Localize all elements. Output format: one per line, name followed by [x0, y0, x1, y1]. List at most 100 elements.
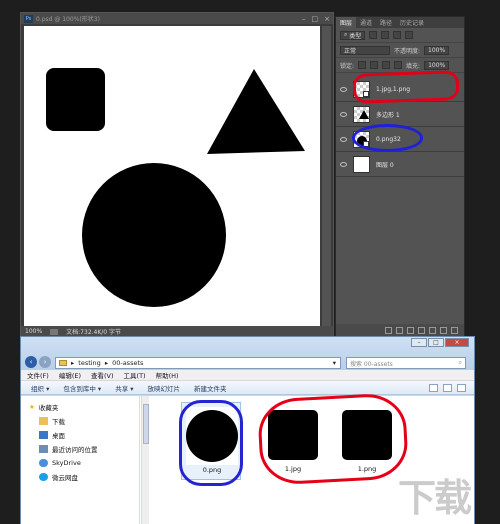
lock-transparency-icon[interactable]: [358, 61, 367, 69]
download-folder-icon: [39, 417, 48, 425]
new-folder-button[interactable]: 新建文件夹: [194, 383, 227, 393]
fill-label: 填充:: [406, 62, 421, 70]
navigation-pane: ★ 收藏夹 下载 桌面 最近访问的位置 SkyDrive 微云网盘: [21, 396, 140, 524]
scrollbar-thumb[interactable]: [143, 404, 149, 444]
tab-layers[interactable]: 图层: [336, 17, 357, 28]
filter-pixel-icon[interactable]: [369, 31, 378, 39]
smart-object-icon: [363, 140, 369, 147]
menu-edit[interactable]: 编辑(E): [59, 370, 81, 380]
ps-document-window: Ps 0.psd @ 100%(形状3) – □ × 100% 文档:732.4…: [20, 12, 334, 338]
layer-item[interactable]: 1.jpg,1.png: [336, 70, 464, 104]
circle-shape[interactable]: [82, 163, 226, 307]
triangle-shape[interactable]: [207, 69, 305, 154]
file-name: 0.png: [202, 466, 222, 474]
maximize-icon[interactable]: □: [312, 15, 319, 23]
ps-canvas[interactable]: [24, 26, 320, 334]
opacity-field[interactable]: 100%: [424, 45, 450, 55]
adjustment-icon[interactable]: [418, 327, 425, 334]
visibility-eye-icon[interactable]: [340, 161, 347, 167]
menu-view[interactable]: 查看(V): [91, 370, 114, 380]
sidebar-item-skydrive[interactable]: SkyDrive: [21, 456, 139, 470]
fx-icon[interactable]: [396, 327, 403, 334]
layer-name: 图层 0: [376, 161, 394, 169]
file-item[interactable]: 1.jpg: [263, 402, 323, 480]
mask-icon[interactable]: [407, 327, 414, 334]
filter-kind-dropdown[interactable]: ⌕ 类型: [340, 30, 366, 40]
help-icon[interactable]: [457, 384, 466, 392]
menu-file[interactable]: 文件(F): [27, 370, 49, 380]
organize-button[interactable]: 组织 ▾: [31, 383, 49, 393]
sidebar-item-label: 桌面: [52, 432, 65, 440]
sidebar-item-favorites[interactable]: ★ 收藏夹: [21, 400, 139, 414]
layer-thumbnail: [353, 80, 370, 98]
address-dropdown-icon[interactable]: ▾: [333, 359, 336, 367]
file-thumbnail: [267, 406, 319, 464]
square-image: [268, 410, 318, 460]
forward-arrow-icon[interactable]: ›: [39, 356, 51, 368]
visibility-eye-icon[interactable]: [340, 86, 347, 92]
tab-channels[interactable]: 通道: [356, 17, 376, 28]
share-button[interactable]: 共享 ▾: [115, 383, 133, 393]
tab-history[interactable]: 历史记录: [396, 17, 428, 28]
star-icon: ★: [29, 403, 35, 411]
layer-name: 0.png32: [376, 135, 401, 143]
filter-shape-icon[interactable]: [405, 31, 414, 39]
file-item[interactable]: 1.png: [337, 402, 397, 480]
ps-vertical-scrollbar[interactable]: [322, 26, 331, 334]
folder-icon: [59, 360, 67, 366]
close-icon[interactable]: ×: [324, 15, 330, 23]
search-icon[interactable]: ⌕: [459, 359, 462, 367]
close-icon[interactable]: ×: [445, 338, 469, 347]
lock-pixels-icon[interactable]: [370, 61, 379, 69]
sidebar-item-desktop[interactable]: 桌面: [21, 428, 139, 442]
menu-bar: 文件(F) 编辑(E) 查看(V) 工具(T) 帮助(H): [21, 370, 474, 381]
sidebar-item-label: 最近访问的位置: [52, 446, 98, 454]
sidebar-item-label: 收藏夹: [38, 404, 59, 412]
include-in-library-button[interactable]: 包含到库中 ▾: [63, 383, 101, 393]
blend-mode-dropdown[interactable]: 正常: [340, 45, 390, 55]
new-layer-icon[interactable]: [440, 327, 447, 334]
view-options-icon[interactable]: [429, 384, 438, 392]
breadcrumb-item[interactable]: 00-assets: [112, 359, 143, 367]
navigation-scrollbar[interactable]: [141, 396, 149, 524]
minimize-icon[interactable]: –: [411, 338, 427, 347]
ps-document-titlebar[interactable]: Ps 0.psd @ 100%(形状3) – □ ×: [21, 13, 333, 24]
maximize-icon[interactable]: □: [428, 338, 444, 347]
layer-item[interactable]: 图层 0: [336, 152, 464, 177]
group-folder-icon[interactable]: [429, 327, 436, 334]
layer-item[interactable]: 多边形 1: [336, 102, 464, 127]
visibility-eye-icon[interactable]: [340, 111, 347, 117]
menu-tools[interactable]: 工具(T): [124, 370, 146, 380]
layer-name: 1.jpg,1.png: [376, 85, 411, 93]
trash-icon[interactable]: [451, 327, 458, 334]
breadcrumb-item[interactable]: testing: [78, 359, 101, 367]
minimize-icon[interactable]: –: [302, 15, 306, 23]
rounded-square-shape[interactable]: [46, 68, 105, 131]
search-input[interactable]: 搜索 00-assets ⌕: [346, 357, 466, 369]
layer-thumbnail: [353, 130, 370, 148]
sidebar-item-recent[interactable]: 最近访问的位置: [21, 442, 139, 456]
file-item[interactable]: 0.png: [181, 402, 241, 480]
sidebar-item-weiyun[interactable]: 微云网盘: [21, 470, 139, 484]
zoom-level[interactable]: 100%: [25, 328, 42, 335]
menu-help[interactable]: 帮助(H): [156, 370, 179, 380]
breadcrumb-separator-icon: ▸: [71, 359, 75, 367]
sidebar-item-label: 微云网盘: [52, 474, 78, 482]
layer-item[interactable]: 0.png32: [336, 124, 464, 152]
blend-row: 正常 不透明度: 100%: [336, 43, 464, 58]
search-placeholder: 搜索 00-assets: [350, 360, 393, 368]
fill-field[interactable]: 100%: [424, 60, 450, 70]
sidebar-item-downloads[interactable]: 下载: [21, 414, 139, 428]
cloud-icon: [39, 459, 48, 467]
preview-pane-icon[interactable]: [443, 384, 452, 392]
address-bar[interactable]: ▸ testing ▸ 00-assets ▾: [55, 357, 341, 369]
lock-position-icon[interactable]: [382, 61, 391, 69]
filter-type-icon[interactable]: [393, 31, 402, 39]
filter-adjust-icon[interactable]: [381, 31, 390, 39]
slideshow-button[interactable]: 放映幻灯片: [148, 383, 181, 393]
link-icon[interactable]: [385, 327, 392, 334]
back-arrow-icon[interactable]: ‹: [25, 356, 37, 368]
visibility-eye-icon[interactable]: [340, 136, 347, 142]
tab-paths[interactable]: 路径: [376, 17, 396, 28]
lock-all-icon[interactable]: [394, 61, 403, 69]
